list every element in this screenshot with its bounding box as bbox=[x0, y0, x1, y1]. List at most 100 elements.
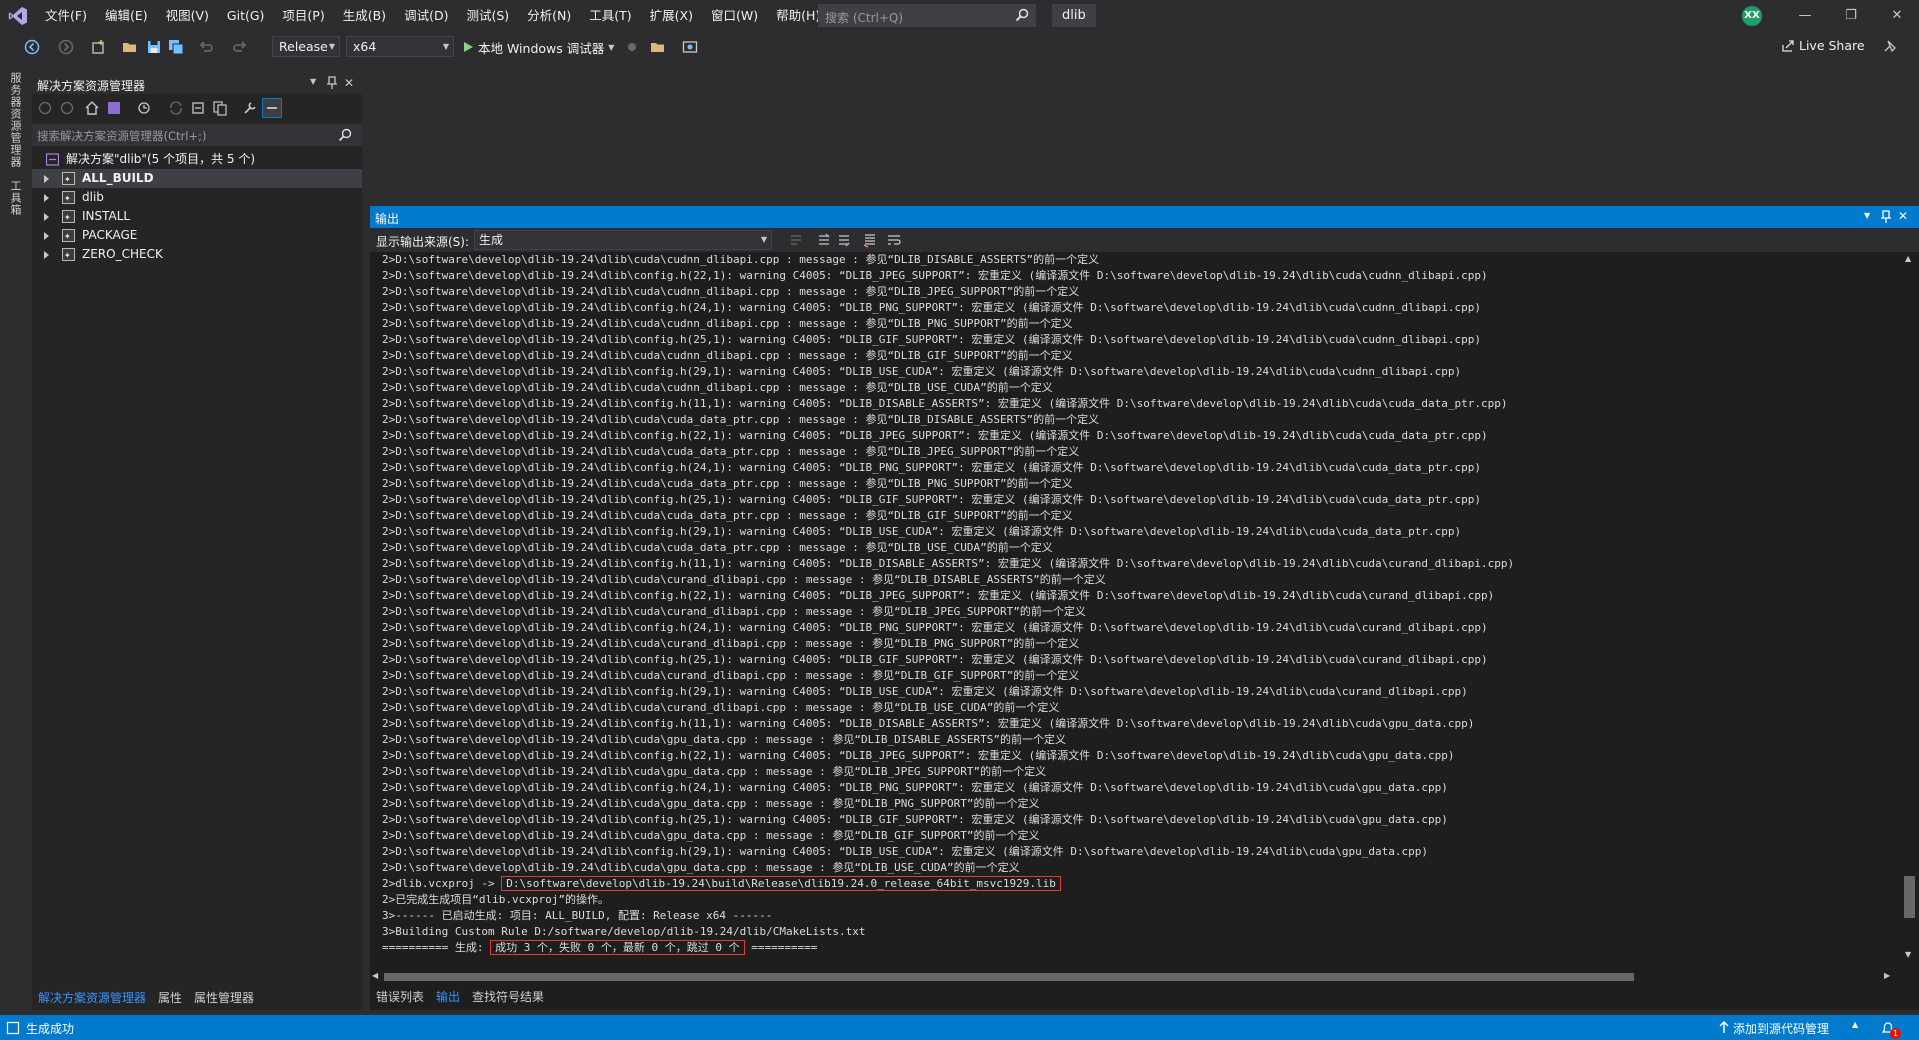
menu-item[interactable]: Git(G) bbox=[218, 0, 274, 32]
tab-find-symbol-results[interactable]: 查找符号结果 bbox=[466, 986, 550, 1008]
solution-icon bbox=[46, 153, 59, 166]
menu-item[interactable]: 文件(F) bbox=[36, 0, 96, 32]
configuration-dropdown[interactable]: Release ▼ bbox=[272, 36, 340, 57]
menu-item[interactable]: 项目(P) bbox=[273, 0, 333, 32]
collapse-all-icon[interactable] bbox=[190, 100, 206, 116]
tab-solution-explorer[interactable]: 解决方案资源管理器 bbox=[32, 987, 152, 1009]
minimize-icon[interactable]: — bbox=[1785, 0, 1825, 32]
sync-icon[interactable] bbox=[168, 100, 184, 116]
word-wrap-icon[interactable] bbox=[886, 232, 902, 248]
search-input[interactable]: 搜索 (Ctrl+Q) bbox=[818, 4, 1036, 27]
menu-item[interactable]: 生成(B) bbox=[334, 0, 395, 32]
live-share-button[interactable]: Live Share bbox=[1781, 38, 1865, 53]
output-line: 2>D:\software\develop\dlib-19.24\dlib\cu… bbox=[382, 765, 1047, 778]
undo-icon[interactable] bbox=[198, 39, 214, 55]
tree-item-install[interactable]: ✦ INSTALL bbox=[32, 207, 362, 226]
output-line: 2>D:\software\develop\dlib-19.24\dlib\co… bbox=[382, 525, 1462, 538]
chevron-down-icon[interactable]: ▼ bbox=[310, 77, 316, 86]
menu-item[interactable]: 编辑(E) bbox=[96, 0, 157, 32]
screenshot-icon[interactable] bbox=[682, 39, 698, 55]
output-line: 2>D:\software\develop\dlib-19.24\dlib\cu… bbox=[382, 509, 1073, 522]
back-icon[interactable] bbox=[38, 101, 52, 115]
scroll-right-icon[interactable]: ▶ bbox=[1884, 971, 1890, 980]
expand-arrow-icon[interactable] bbox=[44, 213, 49, 221]
tree-item-package[interactable]: ✦ PACKAGE bbox=[32, 226, 362, 245]
tab-property-manager[interactable]: 属性管理器 bbox=[188, 987, 260, 1009]
save-icon[interactable] bbox=[146, 39, 162, 55]
platform-dropdown[interactable]: x64 ▼ bbox=[346, 36, 454, 57]
horizontal-scroll-thumb[interactable] bbox=[384, 973, 1634, 981]
output-source-dropdown[interactable]: 生成 ▼ bbox=[474, 230, 772, 250]
menu-item[interactable]: 调试(D) bbox=[395, 0, 457, 32]
tab-error-list[interactable]: 错误列表 bbox=[370, 986, 430, 1008]
scroll-up-icon[interactable]: ▲ bbox=[1905, 254, 1911, 263]
back-icon[interactable] bbox=[24, 39, 40, 55]
expand-arrow-icon[interactable] bbox=[44, 232, 49, 240]
properties-wrench-icon[interactable] bbox=[242, 100, 258, 116]
save-all-icon[interactable] bbox=[168, 39, 184, 55]
build-summary-prefix: ========== 生成: bbox=[382, 941, 491, 954]
vertical-scroll-thumb[interactable] bbox=[1904, 876, 1915, 918]
next-message-icon[interactable] bbox=[836, 232, 852, 248]
expand-arrow-icon[interactable] bbox=[44, 251, 49, 259]
show-all-files-icon[interactable] bbox=[212, 100, 228, 116]
tree-solution-root[interactable]: 解决方案"dlib"(5 个项目，共 5 个) bbox=[32, 150, 362, 169]
attach-process-icon[interactable] bbox=[624, 39, 640, 55]
menu-item[interactable]: 扩展(X) bbox=[641, 0, 702, 32]
forward-icon[interactable] bbox=[60, 101, 74, 115]
vertical-scrollbar[interactable]: ▲ ▼ bbox=[1900, 252, 1919, 964]
toolbox-tab[interactable]: 工具箱 bbox=[7, 180, 23, 216]
menu-item[interactable]: 工具(T) bbox=[580, 0, 640, 32]
chevron-up-icon[interactable]: ▲ bbox=[1852, 1020, 1858, 1029]
output-line: 2>D:\software\develop\dlib-19.24\dlib\co… bbox=[382, 461, 1482, 474]
tab-output[interactable]: 输出 bbox=[430, 986, 466, 1008]
close-icon[interactable]: ✕ bbox=[1877, 0, 1917, 32]
restore-icon[interactable]: ❐ bbox=[1831, 0, 1871, 32]
previous-message-icon[interactable] bbox=[816, 232, 832, 248]
add-to-source-control-button[interactable]: 添加到源代码管理 bbox=[1733, 1020, 1829, 1037]
output-line: 2>D:\software\develop\dlib-19.24\dlib\co… bbox=[382, 429, 1488, 442]
feedback-icon[interactable] bbox=[1882, 38, 1898, 54]
tab-properties[interactable]: 属性 bbox=[152, 987, 188, 1009]
pin-icon[interactable] bbox=[1880, 209, 1892, 225]
run-label: 本地 Windows 调试器 bbox=[478, 40, 605, 56]
chevron-down-icon[interactable]: ▼ bbox=[1864, 211, 1870, 220]
output-line: 2>D:\software\develop\dlib-19.24\dlib\cu… bbox=[382, 541, 1053, 554]
pending-changes-icon[interactable] bbox=[136, 100, 152, 116]
scroll-left-icon[interactable]: ◀ bbox=[372, 971, 378, 980]
expand-arrow-icon[interactable] bbox=[44, 175, 49, 183]
menu-item[interactable]: 窗口(W) bbox=[702, 0, 767, 32]
menu-item[interactable]: 测试(S) bbox=[457, 0, 518, 32]
output-title: 输出 bbox=[375, 212, 400, 226]
tree-item-all-build[interactable]: ✦ ALL_BUILD bbox=[32, 169, 362, 188]
output-line: 2>D:\software\develop\dlib-19.24\dlib\cu… bbox=[382, 701, 1060, 714]
tree-item-label: dlib bbox=[82, 190, 104, 204]
home-icon[interactable] bbox=[84, 100, 100, 116]
output-line-build-summary: ========== 生成: 成功 3 个，失败 0 个，最新 0 个，跳过 0… bbox=[382, 940, 1882, 956]
clear-all-icon[interactable] bbox=[862, 232, 878, 248]
folder-view-icon[interactable] bbox=[650, 39, 666, 55]
standard-toolbar: Release ▼ x64 ▼ 本地 Windows 调试器 ▼ bbox=[0, 32, 1919, 62]
find-message-icon[interactable] bbox=[788, 232, 804, 248]
horizontal-scrollbar[interactable]: ◀ ▶ bbox=[370, 970, 1900, 984]
new-project-icon[interactable] bbox=[90, 39, 106, 55]
output-text[interactable]: 2>D:\software\develop\dlib-19.24\dlib\cu… bbox=[382, 252, 1882, 958]
pin-icon[interactable] bbox=[326, 75, 338, 91]
tree-item-zero-check[interactable]: ✦ ZERO_CHECK bbox=[32, 245, 362, 264]
solution-explorer-search-input[interactable]: 搜索解决方案资源管理器(Ctrl+;) bbox=[32, 124, 362, 146]
open-folder-icon[interactable] bbox=[122, 39, 138, 55]
preview-selected-items-icon[interactable] bbox=[262, 98, 282, 118]
tree-item-dlib[interactable]: ✦ dlib bbox=[32, 188, 362, 207]
menu-item[interactable]: 分析(N) bbox=[518, 0, 580, 32]
scroll-down-icon[interactable]: ▼ bbox=[1905, 950, 1911, 959]
redo-icon[interactable] bbox=[232, 39, 248, 55]
avatar[interactable]: XX bbox=[1742, 6, 1762, 26]
forward-icon[interactable] bbox=[58, 39, 74, 55]
expand-arrow-icon[interactable] bbox=[44, 194, 49, 202]
server-explorer-tab[interactable]: 服务器资源管理器 bbox=[7, 72, 23, 168]
switch-views-icon[interactable] bbox=[106, 100, 122, 116]
start-debugging-button[interactable]: 本地 Windows 调试器 ▼ bbox=[462, 37, 614, 57]
close-icon[interactable]: ✕ bbox=[1898, 209, 1908, 223]
close-icon[interactable]: ✕ bbox=[344, 76, 354, 90]
menu-item[interactable]: 视图(V) bbox=[157, 0, 218, 32]
